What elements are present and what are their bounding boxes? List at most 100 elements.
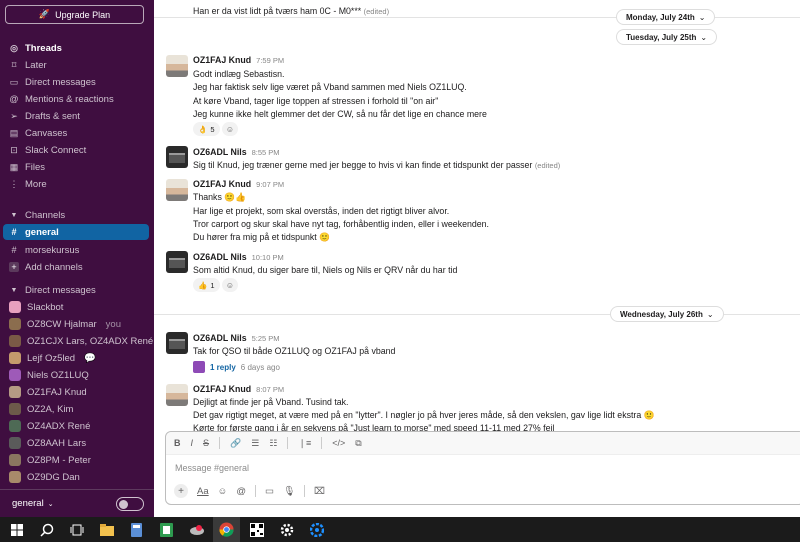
sidebar-item-threads[interactable]: ◎ Threads — [0, 40, 154, 56]
bulleted-list-icon[interactable]: ☷ — [269, 438, 277, 449]
task-view-icon[interactable] — [63, 517, 90, 542]
workspace-footer: general ⌄ — [0, 489, 154, 517]
author-name[interactable]: OZ1FAJ Knud — [193, 384, 251, 394]
avatar[interactable] — [166, 179, 188, 201]
avatar[interactable] — [166, 146, 188, 168]
windows-start-icon[interactable] — [3, 517, 30, 542]
reaction-ok-hand[interactable]: 👌 5 — [193, 122, 220, 136]
microphone-icon[interactable]: 🎙 — [283, 486, 295, 497]
qr-code-icon[interactable] — [243, 517, 270, 542]
channel-general[interactable]: # general — [3, 224, 149, 240]
calculator-icon[interactable] — [123, 517, 150, 542]
dm-item[interactable]: OZ9DG Dan — [0, 469, 154, 485]
dm-item[interactable]: Slackbot — [0, 299, 154, 315]
send-icon: ➢ — [10, 110, 18, 121]
thread-replies[interactable]: 1 reply 6 days ago — [193, 361, 280, 373]
timestamp[interactable]: 8:55 PM — [252, 148, 280, 157]
dm-item[interactable]: OZ8AAH Lars — [0, 435, 154, 451]
avatar[interactable] — [166, 384, 188, 406]
dm-section-header[interactable]: ▼ Direct messages — [0, 282, 154, 298]
avatar[interactable] — [166, 251, 188, 273]
italic-icon[interactable]: I — [191, 438, 194, 448]
sidebar-item-slack-connect[interactable]: ⊡ Slack Connect — [0, 142, 154, 158]
date-pill-tuesday[interactable]: Tuesday, July 25th ⌄ — [616, 29, 718, 45]
timestamp[interactable]: 8:07 PM — [256, 385, 284, 394]
sidebar-item-more[interactable]: ⋮ More — [0, 176, 154, 192]
channels-section-header[interactable]: ▼ Channels — [0, 207, 154, 223]
caret-down-icon: ▼ — [10, 211, 18, 219]
message-composer[interactable]: B I S 🔗 ☰ ☷ ❘≡ </> ⧉ Message #general + … — [165, 431, 800, 505]
blockquote-icon[interactable]: ❘≡ — [298, 438, 311, 449]
chrome-icon[interactable] — [213, 517, 240, 542]
search-icon[interactable] — [33, 517, 60, 542]
sidebar-item-mentions[interactable]: @ Mentions & reactions — [0, 91, 154, 107]
author-name[interactable]: OZ1FAJ Knud — [193, 179, 251, 189]
bold-icon[interactable]: B — [174, 438, 181, 448]
shortcut-icon[interactable]: ⌧ — [314, 486, 325, 497]
reaction-thumbs-up[interactable]: 👍 1 — [193, 278, 220, 292]
dm-item[interactable]: Niels OZ1LUQ — [0, 367, 154, 383]
plus-icon[interactable]: + — [174, 484, 188, 498]
settings-gear-icon[interactable] — [273, 517, 300, 542]
sidebar: 🚀 Upgrade Plan ◎ Threads ⌑ Later ▭ Direct m… — [0, 0, 154, 517]
ordered-list-icon[interactable]: ☰ — [251, 438, 259, 449]
timestamp[interactable]: 9:07 PM — [256, 180, 284, 189]
channel-morsekursus[interactable]: # morsekursus — [0, 242, 154, 258]
dm-item[interactable]: OZ2A, Kim — [0, 401, 154, 417]
add-channels-button[interactable]: + Add channels — [0, 259, 154, 275]
video-icon[interactable]: ▭ — [265, 486, 274, 497]
chevron-down-icon: ⌄ — [47, 500, 54, 508]
dm-item[interactable]: OZ4ADX René — [0, 418, 154, 434]
dm-item[interactable]: OZ1FAJ Knud — [0, 384, 154, 400]
formatting-toolbar: B I S 🔗 ☰ ☷ ❘≡ </> ⧉ — [166, 432, 800, 455]
link-icon[interactable]: 🔗 — [230, 438, 241, 449]
sidebar-item-direct-messages[interactable]: ▭ Direct messages — [0, 74, 154, 90]
message-header: OZ1FAJ Knud 9:07 PM — [193, 179, 284, 189]
message-text: Har lige et projekt, som skal overstås, … — [193, 206, 450, 216]
huddle-toggle[interactable] — [116, 497, 144, 511]
spreadsheet-icon[interactable] — [153, 517, 180, 542]
avatar — [9, 386, 21, 398]
satellite-app-icon[interactable] — [183, 517, 210, 542]
app-swirl-icon[interactable] — [303, 517, 330, 542]
add-reaction-button[interactable]: ☺ — [222, 122, 238, 136]
threads-icon: ◎ — [10, 42, 18, 53]
timestamp[interactable]: 5:25 PM — [252, 334, 280, 343]
workspace-switcher[interactable]: general — [12, 498, 44, 509]
timestamp[interactable]: 7:59 PM — [256, 56, 284, 65]
avatar[interactable] — [166, 55, 188, 77]
avatar[interactable] — [166, 332, 188, 354]
upgrade-plan-button[interactable]: 🚀 Upgrade Plan — [5, 5, 144, 24]
timestamp[interactable]: 10:10 PM — [252, 253, 284, 262]
message-text: Godt indlæg Sebastisn. — [193, 69, 285, 79]
dm-item[interactable]: OZ8PM - Peter — [0, 452, 154, 468]
file-explorer-icon[interactable] — [93, 517, 120, 542]
avatar — [9, 318, 21, 330]
dm-item[interactable]: Lejf Oz5led 💬 — [0, 350, 154, 366]
text-format-icon[interactable]: Aa — [197, 486, 209, 497]
author-name[interactable]: OZ1FAJ Knud — [193, 55, 251, 65]
divider — [219, 437, 221, 449]
emoji-icon[interactable]: ☺ — [218, 486, 228, 497]
sidebar-item-files[interactable]: ▦ Files — [0, 159, 154, 175]
strikethrough-icon[interactable]: S — [203, 438, 209, 448]
sidebar-item-drafts[interactable]: ➢ Drafts & sent — [0, 108, 154, 124]
author-name[interactable]: OZ6ADL Nils — [193, 147, 247, 157]
thumbs-up-icon: 👍 — [198, 280, 208, 290]
code-icon[interactable]: </> — [332, 438, 345, 448]
author-name[interactable]: OZ6ADL Nils — [193, 252, 247, 262]
dm-item[interactable]: OZ1CJX Lars, OZ4ADX René — [0, 333, 154, 349]
add-reaction-button[interactable]: ☺ — [222, 278, 238, 292]
author-name[interactable]: OZ6ADL Nils — [193, 333, 247, 343]
dm-icon: ▭ — [9, 76, 19, 87]
avatar — [9, 352, 21, 364]
sidebar-item-later[interactable]: ⌑ Later — [0, 57, 154, 73]
date-pill-monday[interactable]: Monday, July 24th ⌄ — [616, 9, 716, 25]
sidebar-item-canvases[interactable]: ▤ Canvases — [0, 125, 154, 141]
message-input[interactable]: Message #general — [175, 463, 249, 473]
code-block-icon[interactable]: ⧉ — [355, 438, 361, 449]
date-pill-wednesday[interactable]: Wednesday, July 26th ⌄ — [610, 306, 724, 322]
mention-icon[interactable]: @ — [236, 486, 246, 497]
slack-app: 🚀 Upgrade Plan ◎ Threads ⌑ Later ▭ Direct m… — [0, 0, 800, 542]
dm-item[interactable]: OZ8CW Hjalmar you — [0, 316, 154, 332]
